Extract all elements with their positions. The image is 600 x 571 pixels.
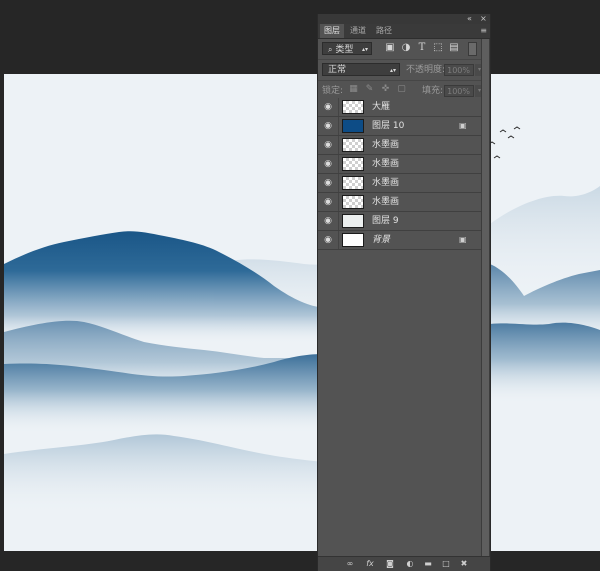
shape-filter-icon[interactable]: ⬚ bbox=[432, 42, 444, 54]
visibility-eye-icon[interactable]: ◉ bbox=[322, 101, 334, 113]
tab-paths[interactable]: 路径 bbox=[372, 24, 396, 38]
layer-row[interactable]: ◉ 图层 10 ▣ bbox=[318, 117, 482, 136]
layer-row[interactable]: ◉ 水墨画 bbox=[318, 174, 482, 193]
collapse-icon[interactable]: « bbox=[467, 14, 472, 24]
dropdown-arrows-icon: ▴▾ bbox=[389, 67, 396, 74]
layer-row[interactable]: ◉ 大雁 bbox=[318, 98, 482, 117]
search-icon: ⌕ bbox=[328, 45, 333, 54]
layer-name: 背景 bbox=[372, 235, 391, 245]
fill-field[interactable]: 100% bbox=[444, 85, 474, 97]
blend-mode-value: 正常 bbox=[328, 65, 347, 75]
filter-toggle-icon[interactable] bbox=[468, 42, 477, 56]
layer-thumbnail bbox=[342, 195, 364, 209]
layers-scrollbar[interactable] bbox=[481, 39, 490, 557]
panel-bottom-toolbar: ∞ fx ◙ ◐ ▬ □ ✖ bbox=[318, 556, 490, 571]
layers-panel: « × 图层 通道 路径 ≡ ⌕ 类型 ▴▾ ▣ ◑ T ⬚ ▤ 正常 ▴▾ 不… bbox=[317, 14, 491, 571]
layer-name: 大雁 bbox=[372, 102, 391, 112]
opacity-label: 不透明度: bbox=[406, 65, 446, 75]
visibility-eye-icon[interactable]: ◉ bbox=[322, 120, 334, 132]
visibility-eye-icon[interactable]: ◉ bbox=[322, 234, 334, 246]
lock-all-icon[interactable]: ▢ bbox=[396, 84, 407, 95]
image-filter-icon[interactable]: ▣ bbox=[384, 42, 396, 54]
fx-icon[interactable]: fx bbox=[364, 558, 376, 570]
lock-icon: ▣ bbox=[459, 121, 467, 130]
lock-position-icon[interactable]: ✜ bbox=[380, 84, 391, 95]
document-canvas[interactable] bbox=[4, 74, 600, 551]
visibility-eye-icon[interactable]: ◉ bbox=[322, 139, 334, 151]
wild-geese-flock bbox=[488, 126, 521, 159]
filter-kind-dropdown[interactable]: ⌕ 类型 ▴▾ bbox=[322, 42, 372, 55]
lock-label: 锁定: bbox=[322, 86, 344, 96]
link-layers-icon[interactable]: ∞ bbox=[344, 558, 356, 570]
layers-list: ◉ 大雁 ◉ 图层 10 ▣ ◉ 水墨画 ◉ 水墨画 ◉ 水墨画 ◉ 水墨画 ◉… bbox=[318, 98, 482, 250]
visibility-eye-icon[interactable]: ◉ bbox=[322, 196, 334, 208]
lock-icon: ▣ bbox=[459, 235, 467, 244]
layer-row[interactable]: ◉ 水墨画 bbox=[318, 155, 482, 174]
new-layer-icon[interactable]: □ bbox=[440, 558, 452, 570]
layer-thumbnail bbox=[342, 214, 364, 228]
smart-object-filter-icon[interactable]: ▤ bbox=[448, 42, 460, 54]
ink-landscape-artwork bbox=[4, 126, 600, 514]
layer-thumbnail bbox=[342, 157, 364, 171]
delete-icon[interactable]: ✖ bbox=[458, 558, 470, 570]
layer-name: 图层 9 bbox=[372, 216, 399, 226]
layer-thumbnail bbox=[342, 176, 364, 190]
panel-title-bar[interactable]: « × bbox=[318, 14, 490, 24]
group-folder-icon[interactable]: ▬ bbox=[422, 558, 434, 570]
adjustment-layer-icon[interactable]: ◐ bbox=[404, 558, 416, 570]
lock-image-icon[interactable]: ✎ bbox=[364, 84, 375, 95]
blend-mode-dropdown[interactable]: 正常 ▴▾ bbox=[322, 63, 400, 76]
adjustment-filter-icon[interactable]: ◑ bbox=[400, 42, 412, 54]
layer-row[interactable]: ◉ 图层 9 bbox=[318, 212, 482, 231]
visibility-eye-icon[interactable]: ◉ bbox=[322, 158, 334, 170]
mask-icon[interactable]: ◙ bbox=[384, 558, 396, 570]
blend-mode-row: 正常 ▴▾ 不透明度: 100% ▾ bbox=[318, 60, 490, 81]
layer-thumbnail bbox=[342, 138, 364, 152]
layer-row[interactable]: ◉ 水墨画 bbox=[318, 193, 482, 212]
layer-thumbnail bbox=[342, 119, 364, 133]
panel-tab-bar: 图层 通道 路径 ≡ bbox=[318, 24, 490, 39]
dropdown-arrows-icon: ▴▾ bbox=[361, 46, 368, 53]
close-icon[interactable]: × bbox=[480, 14, 487, 24]
layer-name: 图层 10 bbox=[372, 121, 405, 131]
scrollbar-thumb[interactable] bbox=[482, 39, 489, 557]
layer-name: 水墨画 bbox=[372, 140, 400, 150]
tab-channels[interactable]: 通道 bbox=[346, 24, 370, 38]
filter-kind-label: 类型 bbox=[335, 45, 354, 55]
layer-row[interactable]: ◉ 背景 ▣ bbox=[318, 231, 482, 250]
lock-transparent-icon[interactable]: ▦ bbox=[348, 84, 359, 95]
type-filter-icon[interactable]: T bbox=[416, 42, 428, 54]
tab-layers[interactable]: 图层 bbox=[320, 24, 344, 38]
visibility-eye-icon[interactable]: ◉ bbox=[322, 177, 334, 189]
layer-thumbnail bbox=[342, 233, 364, 247]
layer-filter-row: ⌕ 类型 ▴▾ ▣ ◑ T ⬚ ▤ bbox=[318, 39, 490, 60]
layer-thumbnail bbox=[342, 100, 364, 114]
layer-row[interactable]: ◉ 水墨画 bbox=[318, 136, 482, 155]
fill-label: 填充: bbox=[422, 86, 444, 96]
layer-name: 水墨画 bbox=[372, 159, 400, 169]
visibility-eye-icon[interactable]: ◉ bbox=[322, 215, 334, 227]
layer-name: 水墨画 bbox=[372, 178, 400, 188]
opacity-field[interactable]: 100% bbox=[444, 64, 474, 76]
panel-menu-icon[interactable]: ≡ bbox=[480, 26, 487, 36]
layer-name: 水墨画 bbox=[372, 197, 400, 207]
